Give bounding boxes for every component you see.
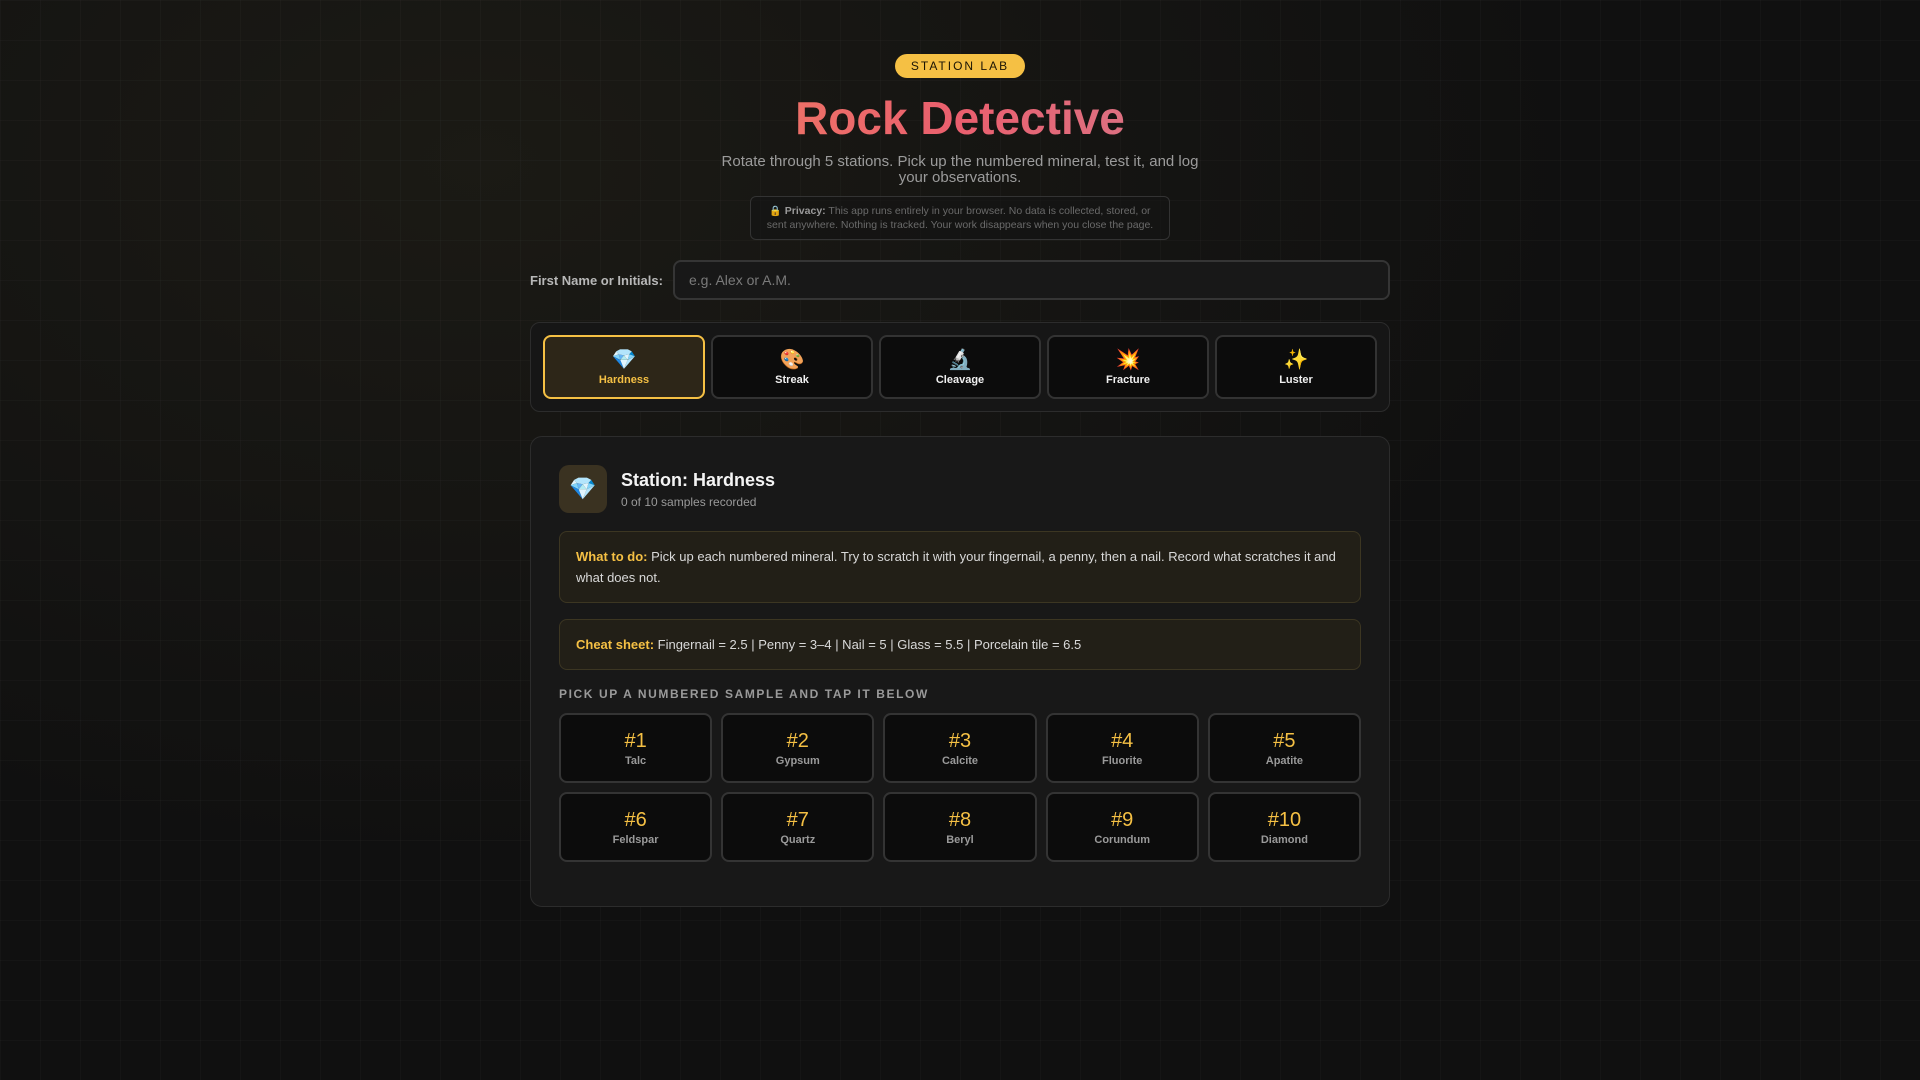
station-title: Station: Hardness bbox=[621, 470, 776, 490]
sample-number: #4 bbox=[1111, 730, 1134, 752]
sample-number: #2 bbox=[786, 730, 809, 752]
tab-label: Streak bbox=[775, 373, 809, 386]
sample-button-9[interactable]: #9 Corundum bbox=[1045, 792, 1199, 862]
sparkles-icon: ✨ bbox=[1283, 348, 1309, 371]
sample-number: #8 bbox=[948, 809, 972, 831]
name-row: First Name or Initials: bbox=[530, 260, 1390, 300]
sample-button-7[interactable]: #7 Quartz bbox=[721, 792, 875, 862]
sample-button-2[interactable]: #2 Gypsum bbox=[721, 713, 875, 783]
sample-mineral: Fluorite bbox=[1102, 755, 1143, 767]
sample-mineral: Diamond bbox=[1260, 834, 1308, 846]
sample-button-1[interactable]: #1 Talc bbox=[559, 713, 713, 783]
sample-button-6[interactable]: #6 Feldspar bbox=[559, 792, 713, 862]
tab-label: Cleavage bbox=[935, 373, 985, 386]
sample-number: #1 bbox=[624, 730, 647, 752]
sample-mineral: Gypsum bbox=[775, 755, 820, 767]
sample-number: #7 bbox=[786, 809, 809, 831]
tab-cleavage[interactable]: 🔬 Cleavage bbox=[879, 335, 1041, 399]
instructions-label: What to do: bbox=[576, 549, 648, 564]
sample-mineral: Feldspar bbox=[612, 834, 659, 846]
name-input[interactable] bbox=[673, 260, 1390, 300]
cheat-sheet-text: Fingernail = 2.5 | Penny = 3–4 | Nail = … bbox=[654, 637, 1082, 652]
microscope-icon: 🔬 bbox=[947, 348, 973, 371]
privacy-label: Privacy: bbox=[784, 205, 826, 217]
lock-icon: 🔒 bbox=[769, 206, 782, 217]
sample-mineral: Corundum bbox=[1094, 834, 1150, 846]
page-title: Rock Detective bbox=[530, 90, 1390, 146]
tab-hardness[interactable]: 💎 Hardness bbox=[543, 335, 705, 399]
sample-button-5[interactable]: #5 Apatite bbox=[1207, 713, 1361, 783]
sample-number: #9 bbox=[1111, 809, 1134, 831]
gem-icon: 💎 bbox=[559, 465, 607, 513]
tab-fracture[interactable]: 💥 Fracture bbox=[1047, 335, 1209, 399]
name-label: First Name or Initials: bbox=[530, 272, 663, 288]
instructions-text: Pick up each numbered mineral. Try to sc… bbox=[576, 549, 1336, 585]
station-text: Station: Hardness 0 of 10 samples record… bbox=[621, 469, 775, 509]
sample-mineral: Calcite bbox=[941, 755, 979, 767]
station-panel: 💎 Station: Hardness 0 of 10 samples reco… bbox=[530, 436, 1390, 907]
samples-section-label: PICK UP A NUMBERED SAMPLE AND TAP IT BEL… bbox=[559, 687, 929, 701]
cheat-sheet-label: Cheat sheet: bbox=[576, 637, 655, 652]
app-container: STATION LAB Rock Detective Rotate throug… bbox=[530, 0, 1390, 907]
station-header: 💎 Station: Hardness 0 of 10 samples reco… bbox=[559, 465, 1361, 513]
privacy-notice: 🔒 Privacy: This app runs entirely in you… bbox=[750, 196, 1170, 240]
samples-recorded-count: 0 of 10 samples recorded bbox=[621, 495, 757, 509]
cheat-sheet-box: Cheat sheet: Fingernail = 2.5 | Penny = … bbox=[559, 619, 1361, 670]
sample-number: #6 bbox=[624, 809, 647, 831]
tab-label: Fracture bbox=[1105, 373, 1151, 386]
station-tabs: 💎 Hardness 🎨 Streak 🔬 Cleavage 💥 Fractur… bbox=[530, 322, 1390, 412]
palette-icon: 🎨 bbox=[779, 348, 805, 371]
instructions-box: What to do: Pick up each numbered minera… bbox=[559, 531, 1361, 603]
tab-label: Luster bbox=[1279, 373, 1313, 386]
sample-mineral: Talc bbox=[624, 755, 647, 767]
sample-number: #10 bbox=[1267, 809, 1302, 831]
badge-row: STATION LAB bbox=[530, 54, 1390, 78]
sample-button-3[interactable]: #3 Calcite bbox=[883, 713, 1037, 783]
tab-luster[interactable]: ✨ Luster bbox=[1215, 335, 1377, 399]
sample-mineral: Quartz bbox=[780, 834, 816, 846]
sample-mineral: Beryl bbox=[946, 834, 974, 846]
station-lab-badge: STATION LAB bbox=[894, 54, 1026, 78]
page-subtitle: Rotate through 5 stations. Pick up the n… bbox=[721, 153, 1199, 186]
collision-icon: 💥 bbox=[1115, 348, 1141, 371]
sample-number: #5 bbox=[1273, 730, 1296, 752]
privacy-text: This app runs entirely in your browser. … bbox=[766, 205, 1154, 231]
sample-grid: #1 Talc #2 Gypsum #3 Calcite #4 Fluorite… bbox=[559, 713, 1361, 862]
tab-label: Hardness bbox=[598, 373, 650, 386]
sample-button-8[interactable]: #8 Beryl bbox=[883, 792, 1037, 862]
sample-number: #3 bbox=[948, 730, 972, 752]
sample-button-4[interactable]: #4 Fluorite bbox=[1045, 713, 1199, 783]
tab-streak[interactable]: 🎨 Streak bbox=[711, 335, 873, 399]
gem-icon: 💎 bbox=[611, 348, 637, 371]
sample-mineral: Apatite bbox=[1265, 755, 1304, 767]
sample-button-10[interactable]: #10 Diamond bbox=[1207, 792, 1361, 862]
